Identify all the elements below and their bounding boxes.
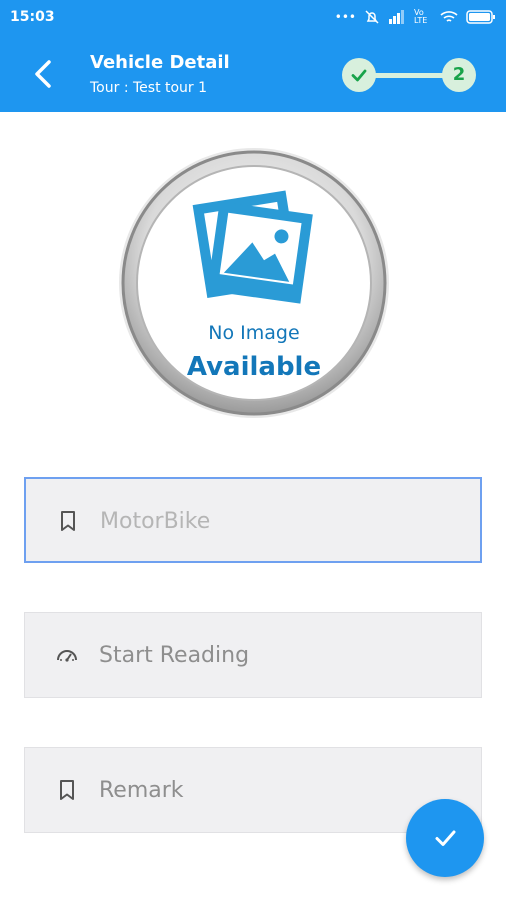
- battery-icon: [466, 10, 495, 24]
- bookmark-icon: [60, 780, 74, 800]
- stepper-connector: [372, 73, 446, 78]
- vehicle-image[interactable]: No Image Available: [117, 146, 391, 420]
- check-icon: [435, 830, 456, 846]
- vehicle-type-field[interactable]: MotorBike: [24, 477, 482, 563]
- back-button[interactable]: [26, 56, 62, 92]
- bookmark-icon: [61, 511, 75, 531]
- app-bar: Vehicle Detail Tour : Test tour 1 2: [0, 36, 506, 112]
- start-reading-field[interactable]: Start Reading: [24, 612, 482, 698]
- signal-icon: [389, 10, 404, 24]
- status-bar: 15:03 ••• Vo LTE: [0, 0, 506, 36]
- check-icon: [351, 69, 367, 82]
- volte-icon: Vo LTE: [414, 8, 428, 25]
- step-1-done: [342, 58, 376, 92]
- remark-placeholder: Remark: [99, 778, 184, 803]
- start-reading-placeholder: Start Reading: [99, 643, 250, 668]
- submit-fab[interactable]: [406, 799, 484, 877]
- speedometer-icon: [57, 650, 77, 662]
- progress-stepper: 2: [342, 58, 476, 92]
- mute-icon: [365, 10, 379, 24]
- wifi-icon: [440, 11, 458, 22]
- step-2-current: 2: [442, 58, 476, 92]
- status-icons: ••• Vo LTE: [335, 9, 496, 25]
- page-subtitle: Tour : Test tour 1: [90, 80, 208, 96]
- no-image-label: No Image: [208, 322, 300, 344]
- vehicle-type-placeholder: MotorBike: [100, 509, 211, 534]
- more-dots-icon: •••: [334, 10, 356, 24]
- chevron-left-icon: [35, 60, 51, 88]
- page-title: Vehicle Detail: [90, 52, 230, 73]
- status-time: 15:03: [10, 9, 55, 25]
- available-label: Available: [186, 352, 322, 382]
